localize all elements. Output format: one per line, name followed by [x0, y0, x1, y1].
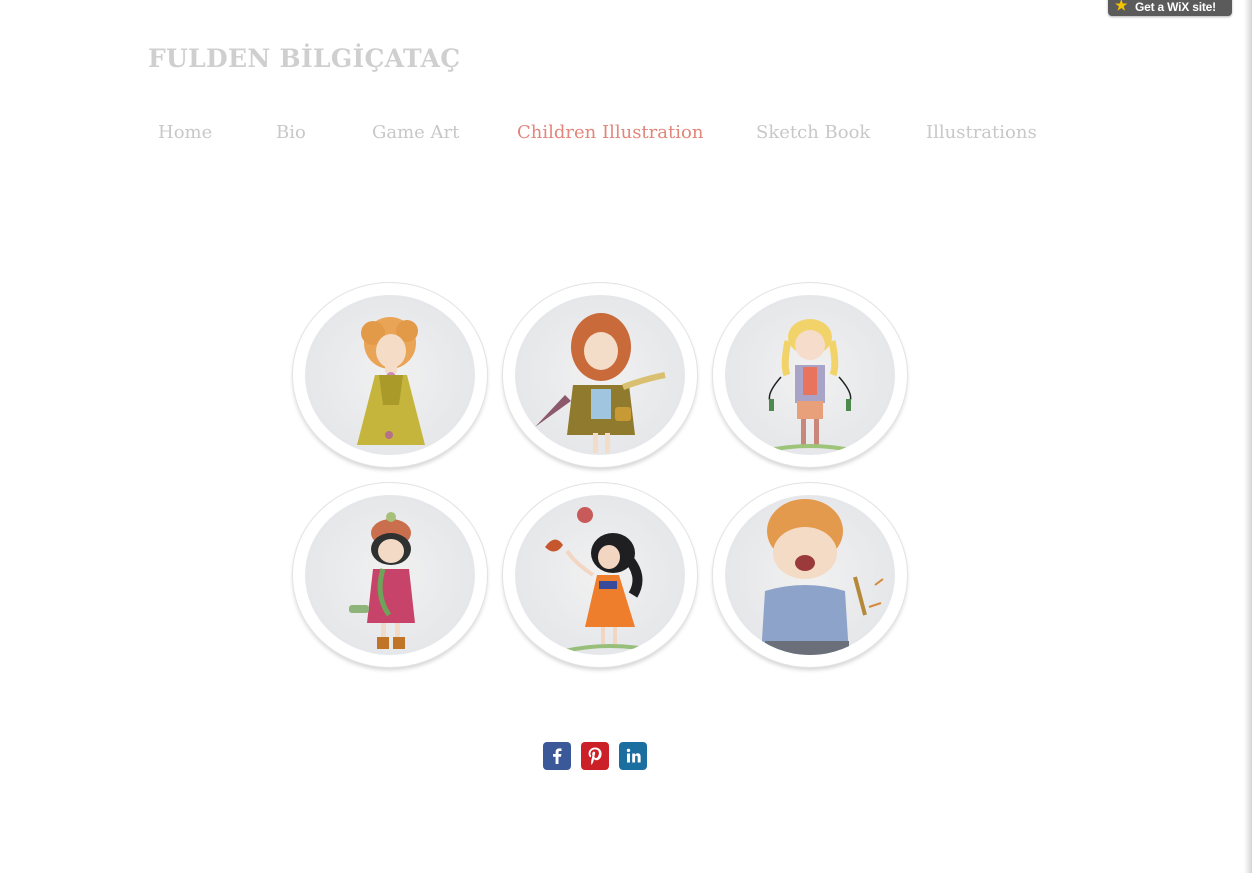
- illustration-image: [725, 295, 895, 455]
- get-wix-badge[interactable]: ★ Get a WiX site!: [1108, 0, 1232, 16]
- nav-game-art[interactable]: Game Art: [372, 122, 459, 143]
- illustration-image: [305, 295, 475, 455]
- illustration-image: [515, 495, 685, 655]
- nav-illustrations[interactable]: Illustrations: [926, 122, 1037, 143]
- linkedin-share-button[interactable]: [619, 742, 647, 770]
- pinterest-share-button[interactable]: [581, 742, 609, 770]
- gallery-thumb[interactable]: [293, 283, 487, 467]
- illustration-image: [305, 495, 475, 655]
- wix-star-icon: ★: [1115, 0, 1128, 13]
- nav-children-illustration[interactable]: Children Illustration: [517, 122, 703, 143]
- site-title[interactable]: FULDEN BİLGİÇATAÇ: [148, 44, 460, 73]
- illustration-image: [725, 495, 895, 655]
- nav-sketch-book[interactable]: Sketch Book: [756, 122, 870, 143]
- gallery-thumb[interactable]: [713, 283, 907, 467]
- gallery-thumb[interactable]: [503, 283, 697, 467]
- linkedin-icon: [619, 742, 647, 770]
- facebook-icon: [543, 742, 571, 770]
- page-scroll-edge: [1244, 0, 1252, 873]
- pinterest-icon: [581, 742, 609, 770]
- wix-badge-label: Get a WiX site!: [1135, 0, 1216, 14]
- nav-home[interactable]: Home: [158, 122, 212, 143]
- illustration-image: [515, 295, 685, 455]
- nav-bio[interactable]: Bio: [276, 122, 306, 143]
- facebook-share-button[interactable]: [543, 742, 571, 770]
- gallery-thumb[interactable]: [293, 483, 487, 667]
- gallery-thumb[interactable]: [503, 483, 697, 667]
- gallery-thumb[interactable]: [713, 483, 907, 667]
